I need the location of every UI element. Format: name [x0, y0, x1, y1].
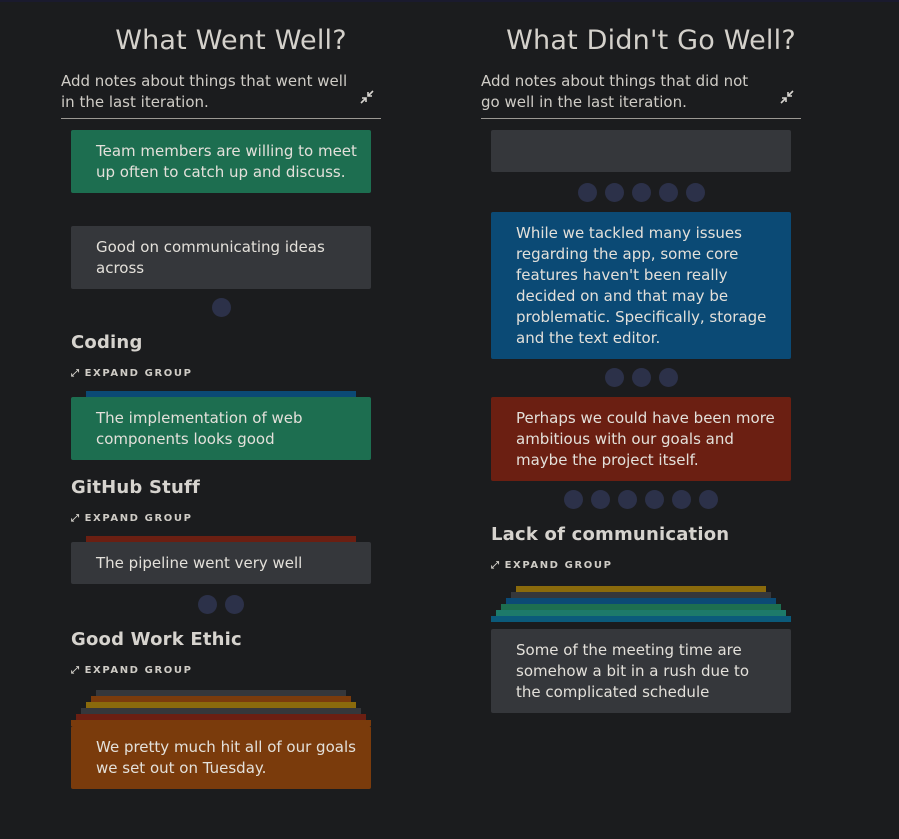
didnt-go-well-card[interactable]: While we tackled many issues regarding t…	[491, 212, 791, 359]
didnt-go-well-title: What Didn't Go Well?	[506, 25, 796, 56]
vote-dot[interactable]	[604, 183, 624, 202]
vote-dot[interactable]	[658, 368, 678, 387]
vote-dot[interactable]	[631, 368, 651, 387]
expand-arrows-icon: ⤢	[491, 560, 501, 571]
vote-dot[interactable]	[618, 490, 637, 509]
didnt-go-well-notes-text: Add notes about things that did not go w…	[481, 72, 749, 111]
expand-group-button[interactable]: ⤢ EXPAND GROUP	[71, 368, 193, 379]
vote-dot[interactable]	[631, 183, 651, 202]
expand-group-label: EXPAND GROUP	[84, 368, 193, 379]
expand-group-button[interactable]: ⤢ EXPAND GROUP	[71, 665, 193, 676]
went-well-title: What Went Well?	[115, 25, 347, 56]
vote-dot[interactable]	[685, 183, 705, 202]
went-well-card[interactable]: Team members are willing to meet up ofte…	[71, 130, 371, 193]
collapse-arrows-icon[interactable]	[359, 89, 375, 105]
vote-dot[interactable]	[658, 183, 678, 202]
went-well-card[interactable]: The implementation of web components loo…	[71, 397, 371, 460]
vote-dot[interactable]	[225, 595, 244, 614]
vote-dots	[61, 298, 381, 317]
expand-arrows-icon: ⤢	[71, 665, 81, 676]
group-title-communication: Lack of communication	[491, 524, 730, 545]
vote-dot[interactable]	[564, 490, 583, 509]
expand-group-button[interactable]: ⤢ EXPAND GROUP	[491, 560, 613, 571]
vote-dots	[61, 595, 381, 614]
expand-group-label: EXPAND GROUP	[84, 513, 193, 524]
didnt-go-well-card[interactable]: Some of the meeting time are somehow a b…	[491, 629, 791, 713]
went-well-notes[interactable]: Add notes about things that went well in…	[61, 71, 381, 119]
vote-dot[interactable]	[699, 490, 718, 509]
went-well-notes-text: Add notes about things that went well in…	[61, 72, 348, 111]
expand-arrows-icon: ⤢	[71, 368, 81, 379]
vote-dots	[481, 368, 801, 387]
didnt-go-well-card[interactable]: Perhaps we could have been more ambitiou…	[491, 397, 791, 481]
expand-group-button[interactable]: ⤢ EXPAND GROUP	[71, 513, 193, 524]
collapse-arrows-icon[interactable]	[779, 89, 795, 105]
vote-dots	[481, 490, 801, 509]
expand-group-label: EXPAND GROUP	[504, 560, 613, 571]
didnt-go-well-card[interactable]	[491, 130, 791, 172]
vote-dots	[481, 183, 801, 202]
group-title-coding: Coding	[71, 332, 143, 353]
vote-dot[interactable]	[591, 490, 610, 509]
didnt-go-well-notes[interactable]: Add notes about things that did not go w…	[481, 71, 801, 119]
expand-group-label: EXPAND GROUP	[84, 665, 193, 676]
vote-dot[interactable]	[672, 490, 691, 509]
vote-dot[interactable]	[645, 490, 664, 509]
went-well-card[interactable]: The pipeline went very well	[71, 542, 371, 584]
vote-dot[interactable]	[577, 183, 597, 202]
stack-card-edge	[491, 616, 791, 622]
went-well-card[interactable]: We pretty much hit all of our goals we s…	[71, 726, 371, 789]
vote-dot[interactable]	[604, 368, 624, 387]
group-title-work-ethic: Good Work Ethic	[71, 629, 242, 650]
vote-dot[interactable]	[211, 298, 231, 317]
went-well-card[interactable]: Good on communicating ideas across	[71, 226, 371, 289]
expand-arrows-icon: ⤢	[71, 513, 81, 524]
group-title-github: GitHub Stuff	[71, 477, 201, 498]
vote-dot[interactable]	[198, 595, 217, 614]
